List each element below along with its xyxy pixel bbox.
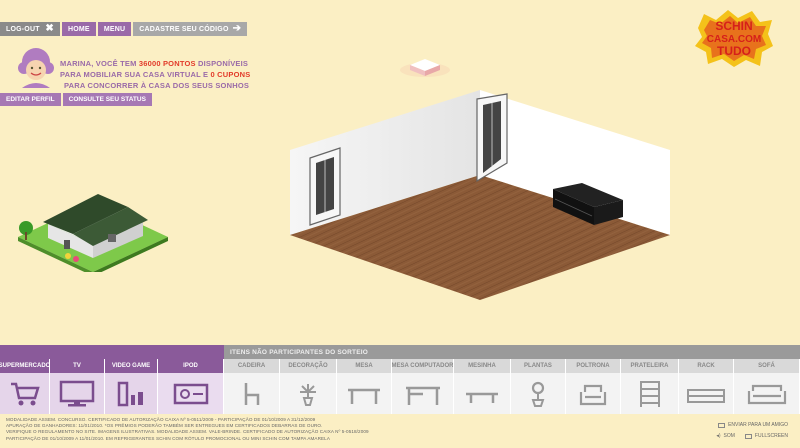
category-label: RACK [679, 359, 733, 373]
house-thumbnail[interactable] [8, 182, 168, 272]
fullscreen-icon [744, 434, 752, 439]
category-decoracao[interactable]: DECORAÇÃO [280, 359, 337, 414]
top-nav: LOG-OUT ✖ HOME MENU CADASTRE SEU CÓDIGO … [0, 22, 249, 36]
check-status-button[interactable]: CONSULTE SEU STATUS [62, 93, 152, 106]
tv-icon [59, 380, 95, 406]
category-label: CADEIRA [224, 359, 279, 373]
sound-toggle[interactable]: ◂) SOM [716, 431, 735, 442]
category-mesinha[interactable]: MESINHA [454, 359, 511, 414]
points-status: MARINA, VOCÊ TEM 36000 PONTOS DISPONÍVEI… [60, 58, 250, 91]
armchair-icon [579, 384, 607, 405]
small-table-icon [466, 392, 498, 403]
ipod-icon [173, 383, 208, 404]
category-label: SOFÁ [734, 359, 799, 373]
participating-header [0, 345, 224, 359]
category-tv[interactable]: TV [50, 359, 105, 414]
virtual-room[interactable] [285, 85, 675, 310]
close-icon: ✖ [45, 23, 54, 34]
register-code-button[interactable]: CADASTRE SEU CÓDIGO ➔ [133, 22, 248, 36]
table-icon [348, 388, 380, 404]
envelope-icon [718, 423, 726, 428]
chair-icon [244, 382, 259, 405]
category-plantas[interactable]: PLANTAS [511, 359, 566, 414]
video-game-icon [117, 381, 143, 406]
category-label: DECORAÇÃO [280, 359, 336, 373]
schin-logo: SCHIN CASA.COM TUDO [695, 10, 773, 67]
legal-line: PARTICIPAÇÃO DE 01/10/2009 A 11/01/2010.… [6, 435, 330, 441]
arrow-right-icon: ➔ [232, 23, 242, 34]
dream-house-line: PARA CONCORRER À CASA DOS SEUS SONHOS [64, 81, 250, 90]
points-value: 36000 PONTOS [138, 59, 196, 68]
category-label: IPOD [158, 359, 223, 373]
non-participating-header: ITENS NÃO PARTICIPANTES DO SORTEIO [224, 345, 800, 359]
register-code-label: CADASTRE SEU CÓDIGO [139, 25, 229, 33]
decoration-icon [300, 383, 316, 406]
category-label: MESA COMPUTADOR [392, 359, 453, 373]
coupons-prefix: PARA MOBILIAR SUA CASA VIRTUAL E [60, 70, 211, 79]
category-label: TV [50, 359, 104, 373]
category-supermercado[interactable]: SUPERMERCADO [0, 359, 50, 414]
category-mesa[interactable]: MESA [337, 359, 392, 414]
logout-label: LOG-OUT [6, 25, 40, 33]
shopping-cart-icon [10, 382, 40, 405]
category-poltrona[interactable]: POLTRONA [566, 359, 621, 414]
points-suffix: DISPONÍVEIS [195, 59, 249, 68]
coupons-line: PARA MOBILIAR SUA CASA VIRTUAL E 0 CUPON… [60, 69, 250, 80]
logo-line1: SCHIN [715, 19, 752, 33]
shelf-icon [639, 380, 660, 407]
door-left[interactable] [309, 147, 341, 226]
speaker-icon: ◂) [716, 433, 721, 439]
fullscreen-label: FULLSCREEN [754, 433, 788, 439]
category-label: PLANTAS [511, 359, 565, 373]
points-line: MARINA, VOCÊ TEM 36000 PONTOS DISPONÍVEI… [60, 58, 250, 69]
menu-button[interactable]: MENU [97, 22, 132, 36]
category-sofa[interactable]: SOFÁ [734, 359, 800, 414]
plant-icon [531, 381, 545, 407]
category-mesa-computador[interactable]: MESA COMPUTADOR [392, 359, 454, 414]
coupons-value: 0 CUPONS [210, 70, 251, 79]
avatar[interactable] [14, 46, 58, 88]
profile-nav: EDITAR PERFIL CONSULTE SEU STATUS [0, 93, 154, 106]
category-label: MESINHA [454, 359, 510, 373]
send-to-friend-label: ENVIAR PARA UM AMIGO [728, 422, 788, 428]
category-rack[interactable]: RACK [679, 359, 734, 414]
sofa-icon [747, 384, 786, 404]
category-label: VIDEO GAME [105, 359, 157, 373]
category-video-game[interactable]: VIDEO GAME [105, 359, 158, 414]
logo-line3: TUDO [717, 44, 751, 58]
bottom-links: ENVIAR PARA UM AMIGO ◂) SOM FULLSCREEN [716, 420, 788, 442]
category-label: POLTRONA [566, 359, 620, 373]
category-label: MESA [337, 359, 391, 373]
legal-footer: MODALIDADE ASSEM. CONCURSO. CERTIFICADO … [6, 417, 506, 442]
logout-button[interactable]: LOG-OUT ✖ [0, 22, 60, 36]
send-to-friend-link[interactable]: ENVIAR PARA UM AMIGO [718, 420, 788, 431]
sound-label: SOM [723, 433, 735, 439]
points-prefix: MARINA, VOCÊ TEM [60, 59, 139, 68]
edit-profile-button[interactable]: EDITAR PERFIL [0, 93, 61, 106]
rotate-cube-icon[interactable] [398, 55, 453, 80]
fullscreen-button[interactable]: FULLSCREEN [744, 431, 788, 442]
category-prateleira[interactable]: PRATELEIRA [621, 359, 679, 414]
category-label: PRATELEIRA [621, 359, 678, 373]
computer-desk-icon [405, 386, 440, 405]
category-bar: SUPERMERCADO TV VIDEO GAME IPOD CADEIRA [0, 359, 800, 414]
category-cadeira[interactable]: CADEIRA [224, 359, 280, 414]
category-ipod[interactable]: IPOD [158, 359, 224, 414]
category-label: SUPERMERCADO [0, 359, 49, 373]
home-button[interactable]: HOME [62, 22, 96, 36]
rack-icon [687, 388, 725, 403]
